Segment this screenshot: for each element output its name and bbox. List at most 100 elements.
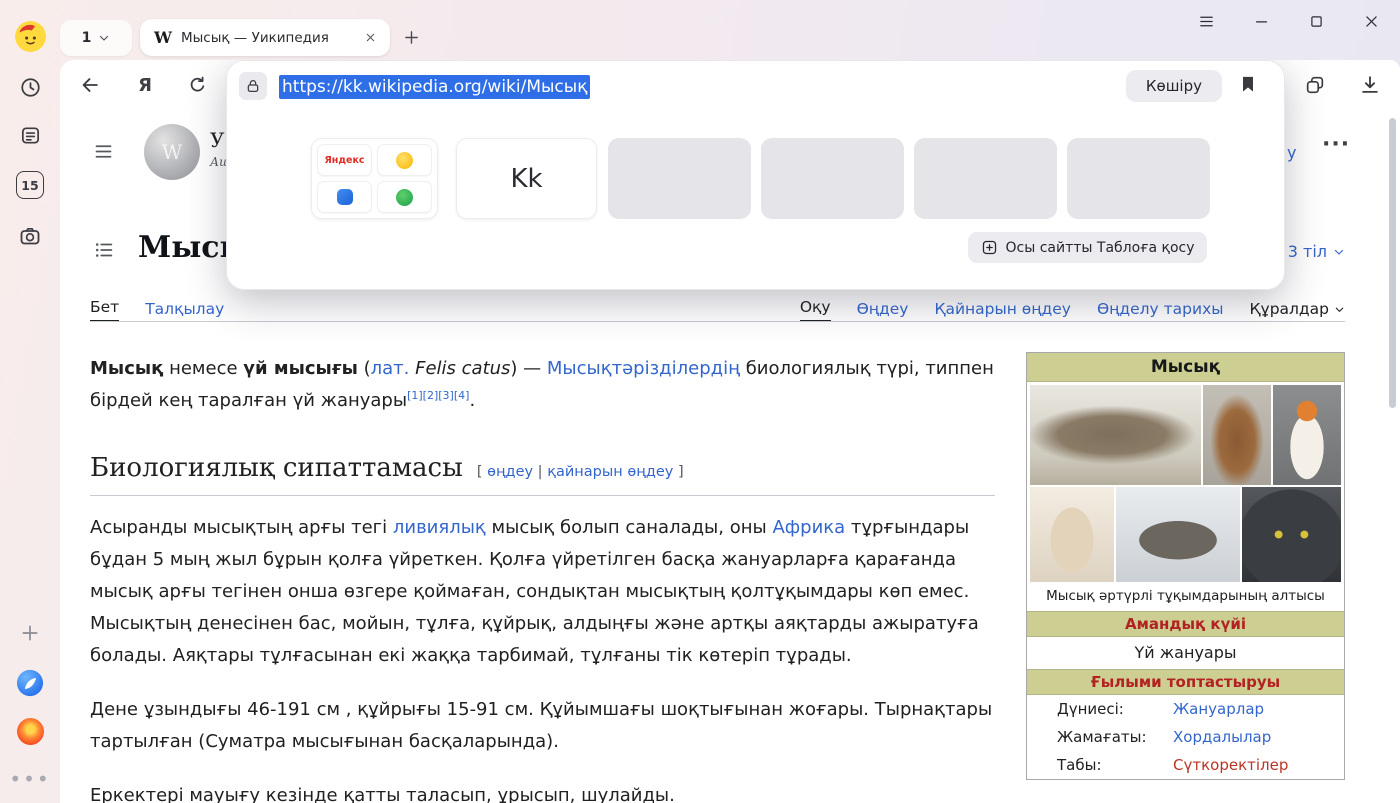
account-link-partial[interactable]: у	[1287, 143, 1296, 162]
wiki-link[interactable]: Сүткоректілер	[1173, 756, 1288, 774]
paragraph: Асыранды мысықтың арғы тегі ливиялық мыс…	[90, 512, 995, 672]
browser-main-area: Я W УИКИПЕДИЯ Ашық энциклопедия у ··· Мы…	[60, 60, 1400, 803]
more-dots-icon[interactable]: •••	[16, 765, 44, 793]
window-controls	[1197, 12, 1380, 30]
maximize-button[interactable]	[1307, 12, 1325, 30]
yandex-browser-icon[interactable]	[16, 669, 44, 697]
infobox-row: Дүниесі: Жануарлар	[1027, 695, 1344, 723]
infobox-classification-header: Ғылыми топтастыруы	[1027, 669, 1344, 695]
cat-photo[interactable]	[1030, 385, 1201, 485]
language-selector[interactable]: 3 тіл	[1288, 242, 1345, 261]
wiki-link[interactable]: Хордалылар	[1173, 728, 1271, 746]
tab-group-pill[interactable]: 1	[60, 20, 132, 56]
blue-service-icon[interactable]	[317, 181, 372, 213]
add-to-tablo-button[interactable]: Осы сайтты Таблоға қосу	[968, 232, 1207, 263]
paragraph-lead: Мысық немесе үй мысығы (лат. Felis catus…	[90, 353, 995, 417]
cat-photo[interactable]	[1030, 487, 1114, 582]
window-menu-icon[interactable]	[1197, 12, 1215, 30]
tab-tools[interactable]: Құралдар	[1250, 300, 1345, 322]
infobox-row-label: Жамағаты:	[1057, 728, 1173, 746]
section-heading: Биологиялық сипаттамасы [ өңдеу | қайнар…	[90, 451, 995, 496]
back-icon[interactable]	[77, 72, 103, 98]
site-tile-label: Kk	[510, 164, 542, 194]
close-button[interactable]	[1362, 12, 1380, 30]
tab-title: Мысық — Уикипедия	[181, 30, 351, 46]
lock-icon[interactable]	[239, 72, 267, 100]
chevron-down-icon	[1333, 246, 1345, 258]
infobox-image-grid	[1027, 382, 1344, 585]
wiki-link[interactable]: Африка	[772, 517, 845, 538]
empty-tile	[761, 138, 904, 219]
yandex-icon[interactable]: Я	[132, 72, 158, 98]
contents-icon[interactable]	[93, 239, 115, 261]
green-service-icon[interactable]	[377, 181, 432, 213]
minimize-button[interactable]	[1252, 12, 1270, 30]
tab-close-icon[interactable]	[360, 28, 380, 48]
wikipedia-favicon: W	[154, 28, 172, 47]
wiki-link[interactable]: Жануарлар	[1173, 700, 1264, 718]
yandex-services-grid: Яндекс	[312, 139, 437, 218]
cat-photo[interactable]	[1116, 487, 1240, 582]
tab-read[interactable]: Оқу	[800, 298, 831, 322]
chevron-down-icon	[98, 32, 110, 44]
download-icon[interactable]	[1357, 72, 1383, 98]
flame-icon[interactable]	[16, 717, 44, 745]
reference-link[interactable]: [1]	[407, 389, 423, 402]
reference-link[interactable]: [4]	[454, 389, 470, 402]
tab-history[interactable]: Өңделу тарихы	[1097, 300, 1224, 322]
cat-photo[interactable]	[1203, 385, 1271, 485]
page-tabs-row: Бет Талқылау Оқу Өңдеу Қайнарын өңдеу Өң…	[90, 300, 1345, 322]
plus-icon	[403, 29, 420, 46]
bookmark-icon[interactable]	[1238, 74, 1260, 96]
wiki-link[interactable]: қайнарын өңдеу	[547, 464, 673, 480]
infobox-row: Табы: Сүткоректілер	[1027, 751, 1344, 779]
wikipedia-logo[interactable]: W	[144, 124, 200, 180]
browser-tab[interactable]: W Мысық — Уикипедия	[140, 19, 390, 56]
url-text[interactable]: https://kk.wikipedia.org/wiki/Мысық	[279, 75, 590, 99]
new-tab-button[interactable]	[398, 24, 424, 50]
sidebar-add-icon[interactable]	[16, 619, 44, 647]
cat-photo[interactable]	[1242, 487, 1341, 582]
scrollbar-thumb[interactable]	[1389, 118, 1396, 408]
infobox-status-header: Амандық күйі	[1027, 611, 1344, 637]
extensions-icon[interactable]	[1302, 72, 1328, 98]
cat-photo[interactable]	[1273, 385, 1341, 485]
chevron-down-icon	[1334, 304, 1345, 315]
section-edit-links: [ өңдеу | қайнарын өңдеу ]	[477, 455, 684, 489]
smiley-service-icon[interactable]	[377, 144, 432, 176]
yandex-search-tile[interactable]: Яндекс	[317, 144, 372, 176]
url-input[interactable]: https://kk.wikipedia.org/wiki/Мысық	[279, 75, 590, 99]
infobox: Мысық Мысық әртүрлі тұқымдарының алтысы …	[1026, 352, 1345, 780]
infobox-row: Жамағаты: Хордалылар	[1027, 723, 1344, 751]
article-body: Мысық немесе үй мысығы (лат. Felis catus…	[90, 353, 995, 803]
tab-counter-badge[interactable]: 15	[16, 171, 44, 199]
wiki-link[interactable]: Мысықтәрізділердің	[547, 358, 740, 379]
wiki-more-icon[interactable]: ···	[1322, 132, 1350, 157]
reload-icon[interactable]	[184, 72, 210, 98]
reference-link[interactable]: [3]	[438, 389, 454, 402]
profile-avatar[interactable]	[15, 21, 46, 52]
tabs-divider	[90, 321, 1345, 322]
screenshot-icon[interactable]	[16, 222, 44, 250]
titlebar: 1 W Мысық — Уикипедия	[0, 0, 1400, 60]
empty-tile	[608, 138, 751, 219]
shortcut-tile-yandex[interactable]: Яндекс	[311, 138, 438, 219]
wiki-menu-icon[interactable]	[93, 141, 114, 162]
empty-tile	[914, 138, 1057, 219]
wiki-link[interactable]: лат.	[371, 358, 410, 379]
history-icon[interactable]	[16, 73, 44, 101]
tab-edit[interactable]: Өңдеу	[857, 300, 909, 322]
infobox-title: Мысық	[1027, 353, 1344, 382]
copy-url-button[interactable]: Көшіру	[1126, 70, 1222, 102]
pages-icon[interactable]	[16, 121, 44, 149]
tab-talk[interactable]: Талқылау	[145, 300, 224, 322]
tab-edit-source[interactable]: Қайнарын өңдеу	[934, 300, 1071, 322]
reference-link[interactable]: [2]	[423, 389, 439, 402]
infobox-status-value: Үй жануары	[1027, 637, 1344, 669]
wiki-link[interactable]: ливиялық	[393, 517, 486, 538]
tab-group-count: 1	[82, 30, 92, 46]
tab-page[interactable]: Бет	[90, 298, 119, 322]
wiki-link[interactable]: өңдеу	[487, 464, 533, 480]
site-tile-kk[interactable]: Kk	[456, 138, 597, 219]
infobox-row-label: Табы:	[1057, 756, 1173, 774]
